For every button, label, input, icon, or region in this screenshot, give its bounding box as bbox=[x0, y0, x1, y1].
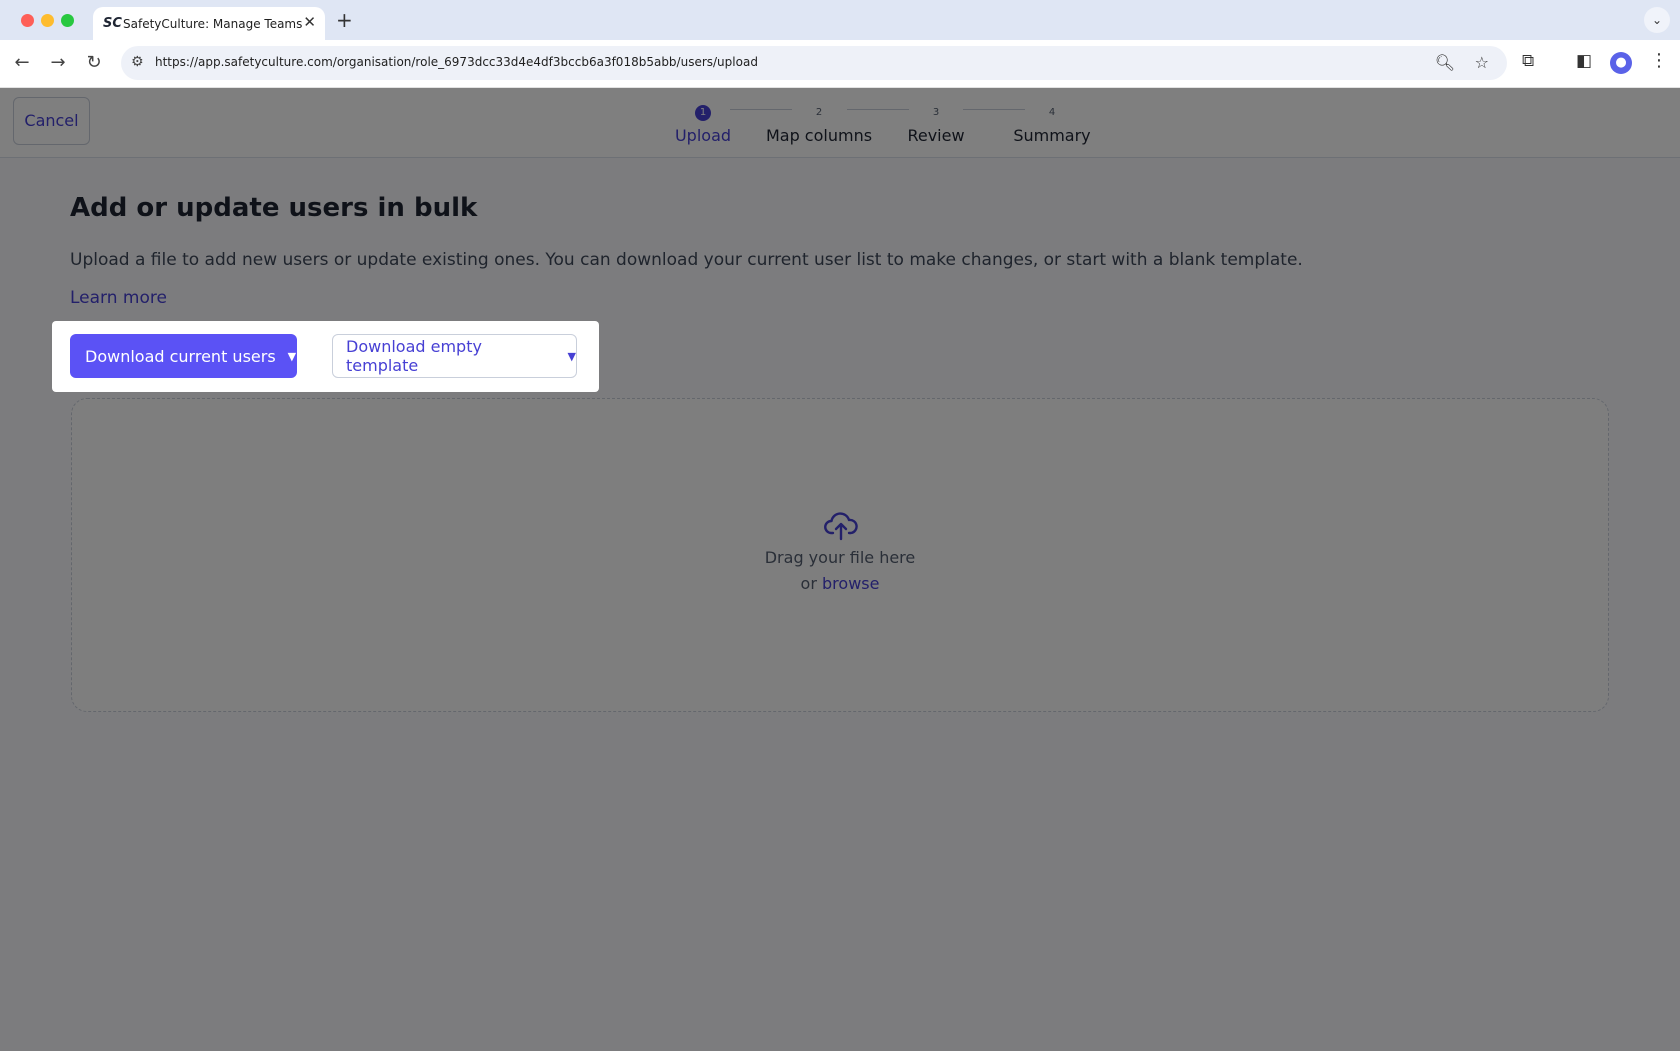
maximize-window-button[interactable] bbox=[61, 14, 74, 27]
step-label: Upload bbox=[674, 126, 732, 145]
download-empty-template-label: Download empty template bbox=[346, 337, 482, 375]
zoom-icon[interactable]: 🔍︎ bbox=[1435, 53, 1455, 72]
browser-toolbar: ← → ↻ ⚙ https://app.safetyculture.com/or… bbox=[0, 40, 1680, 88]
address-bar[interactable]: ⚙ https://app.safetyculture.com/organisa… bbox=[121, 46, 1507, 80]
step-map-columns: 2 Map columns bbox=[759, 100, 879, 145]
file-dropzone[interactable]: Drag your file here or browse bbox=[71, 398, 1609, 712]
tab-search-icon[interactable]: ⌄ bbox=[1644, 7, 1670, 33]
cloud-upload-icon bbox=[824, 512, 858, 541]
step-label: Review bbox=[907, 126, 965, 145]
close-window-button[interactable] bbox=[21, 14, 34, 27]
forward-arrow-icon[interactable]: → bbox=[46, 52, 70, 73]
site-settings-icon[interactable]: ⚙ bbox=[131, 54, 144, 70]
step-number: 1 bbox=[695, 105, 711, 121]
step-label: Summary bbox=[1013, 126, 1091, 145]
step-upload: 1 Upload bbox=[643, 100, 763, 145]
reload-icon[interactable]: ↻ bbox=[82, 52, 106, 73]
browser-menu-icon[interactable]: ⋮ bbox=[1650, 50, 1668, 71]
step-number: 3 bbox=[932, 107, 940, 118]
browser-tab[interactable]: SC SafetyCulture: Manage Teams and... ✕ bbox=[93, 7, 325, 40]
browse-link[interactable]: browse bbox=[822, 574, 879, 593]
bookmark-star-icon[interactable]: ☆ bbox=[1475, 53, 1489, 72]
safetyculture-favicon-icon: SC bbox=[103, 16, 122, 31]
tab-title: SafetyCulture: Manage Teams and... bbox=[123, 16, 303, 31]
browser-tab-bar: SC SafetyCulture: Manage Teams and... ✕ … bbox=[0, 0, 1680, 40]
step-label: Map columns bbox=[765, 126, 873, 145]
step-number: 4 bbox=[1048, 107, 1056, 118]
side-panel-icon[interactable]: ◧ bbox=[1576, 51, 1592, 71]
step-review: 3 Review bbox=[876, 100, 996, 145]
app-content: Cancel 1 Upload 2 Map columns 3 Review 4… bbox=[0, 88, 1680, 1051]
caret-down-icon: ▼ bbox=[567, 349, 576, 363]
close-tab-icon[interactable]: ✕ bbox=[303, 13, 316, 31]
or-text: or bbox=[800, 574, 817, 593]
step-summary: 4 Summary bbox=[992, 100, 1112, 145]
step-number: 2 bbox=[815, 107, 823, 118]
drag-file-text: Drag your file here bbox=[764, 548, 916, 567]
new-tab-icon[interactable]: + bbox=[336, 8, 353, 32]
url-text[interactable]: https://app.safetyculture.com/organisati… bbox=[155, 55, 758, 69]
download-current-users-button[interactable]: Download current users ▼ bbox=[70, 334, 297, 378]
minimize-window-button[interactable] bbox=[41, 14, 54, 27]
spotlight-download-buttons: Download current users ▼ Download empty … bbox=[52, 321, 599, 392]
extensions-icon[interactable]: ⧉ bbox=[1522, 51, 1534, 71]
back-arrow-icon[interactable]: ← bbox=[10, 52, 34, 73]
download-empty-template-button[interactable]: Download empty template ▼ bbox=[332, 334, 577, 378]
profile-avatar-icon[interactable]: ● bbox=[1610, 52, 1632, 74]
browse-line: or browse bbox=[72, 574, 1608, 593]
page-description: Upload a file to add new users or update… bbox=[70, 250, 1303, 270]
learn-more-link[interactable]: Learn more bbox=[70, 288, 167, 308]
wizard-header: Cancel 1 Upload 2 Map columns 3 Review 4… bbox=[0, 88, 1680, 158]
cancel-button[interactable]: Cancel bbox=[13, 97, 90, 145]
caret-down-icon: ▼ bbox=[287, 349, 297, 363]
page-title: Add or update users in bulk bbox=[70, 193, 478, 223]
download-current-users-label: Download current users bbox=[85, 346, 276, 366]
